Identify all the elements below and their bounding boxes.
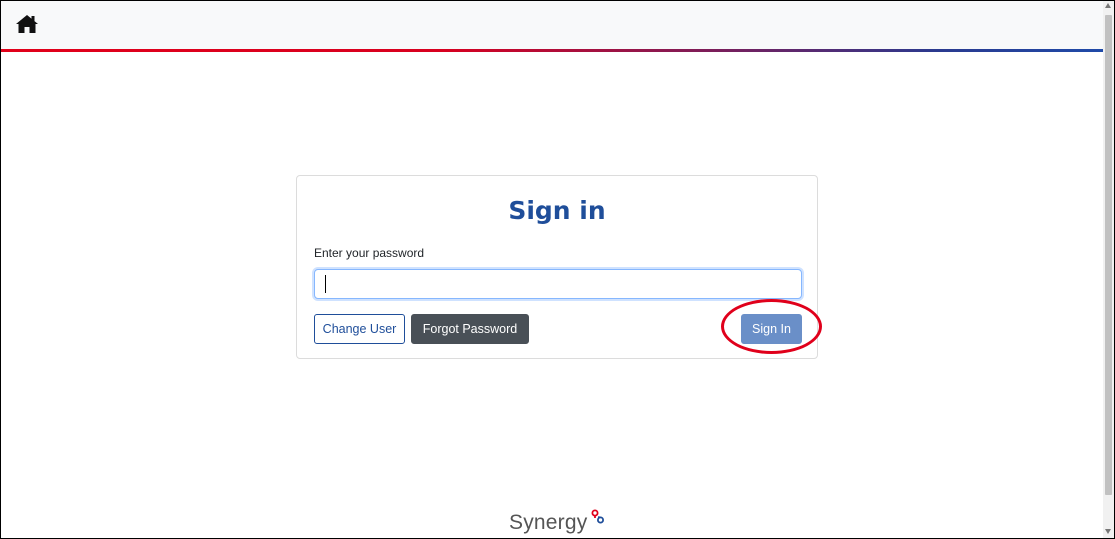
sign-in-button[interactable]: Sign In: [741, 314, 802, 344]
home-icon[interactable]: [15, 13, 39, 35]
text-caret: [325, 275, 326, 293]
password-label: Enter your password: [314, 246, 425, 260]
header-accent-line: [1, 49, 1103, 52]
top-navbar: [1, 1, 1103, 49]
password-input[interactable]: [314, 269, 802, 299]
vertical-scrollbar[interactable]: [1103, 1, 1114, 538]
app-window: Sign in Enter your password Change User …: [0, 0, 1115, 539]
change-user-button[interactable]: Change User: [314, 314, 405, 344]
signin-card: Sign in Enter your password Change User …: [296, 175, 818, 359]
page-title: Sign in: [508, 196, 606, 225]
scrollbar-thumb[interactable]: [1105, 15, 1112, 495]
synergy-logo-icon: [591, 509, 605, 525]
brand-name: Synergy: [509, 511, 588, 534]
scroll-down-icon[interactable]: [1105, 529, 1111, 534]
scroll-up-icon[interactable]: [1105, 3, 1111, 8]
forgot-password-button[interactable]: Forgot Password: [411, 314, 529, 344]
